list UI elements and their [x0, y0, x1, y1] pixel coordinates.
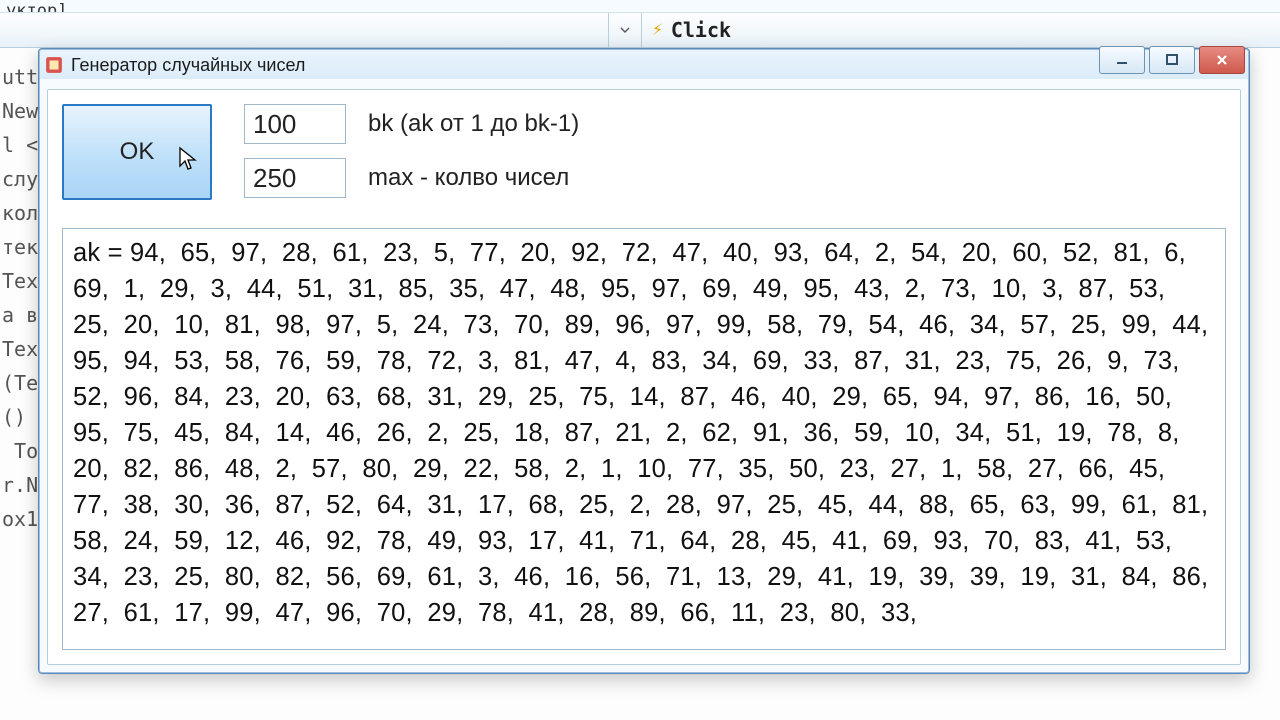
output-textbox[interactable]: ak = 94, 65, 97, 28, 61, 23, 5, 77, 20, …	[62, 228, 1226, 650]
ide-top-strip: уктор] ⚡ Click	[0, 0, 1280, 47]
lightning-icon: ⚡	[652, 13, 663, 47]
code-editor-fragment: uttNewl <слуколтекTexа вTex(Te() Tor.Nox…	[2, 60, 38, 536]
ide-toolbar: ⚡ Click	[0, 12, 1280, 48]
window-client-area: OK bk (ak от 1 до bk-1) max - колво чисе…	[47, 89, 1241, 665]
ok-button-label: OK	[120, 138, 155, 165]
toolbar-event-selector[interactable]: ⚡ Click	[640, 13, 743, 47]
bk-label: bk (ak от 1 до bk-1)	[368, 110, 579, 138]
window-title: Генератор случайных чисел	[71, 55, 305, 76]
toolbar-dropdown[interactable]	[608, 13, 642, 47]
maximize-button[interactable]	[1149, 46, 1195, 74]
max-label: max - колво чисел	[368, 164, 569, 192]
app-icon	[45, 56, 63, 74]
cursor-icon	[178, 146, 198, 179]
window-titlebar[interactable]: Генератор случайных чисел	[39, 49, 1249, 81]
toolbar-event-label: Click	[671, 13, 731, 47]
app-window: Генератор случайных чисел OK	[38, 48, 1250, 674]
ok-button[interactable]: OK	[62, 104, 212, 200]
close-button[interactable]	[1199, 46, 1245, 74]
max-input[interactable]	[244, 158, 346, 198]
bk-input[interactable]	[244, 104, 346, 144]
minimize-button[interactable]	[1099, 46, 1145, 74]
chevron-down-icon	[620, 25, 630, 35]
